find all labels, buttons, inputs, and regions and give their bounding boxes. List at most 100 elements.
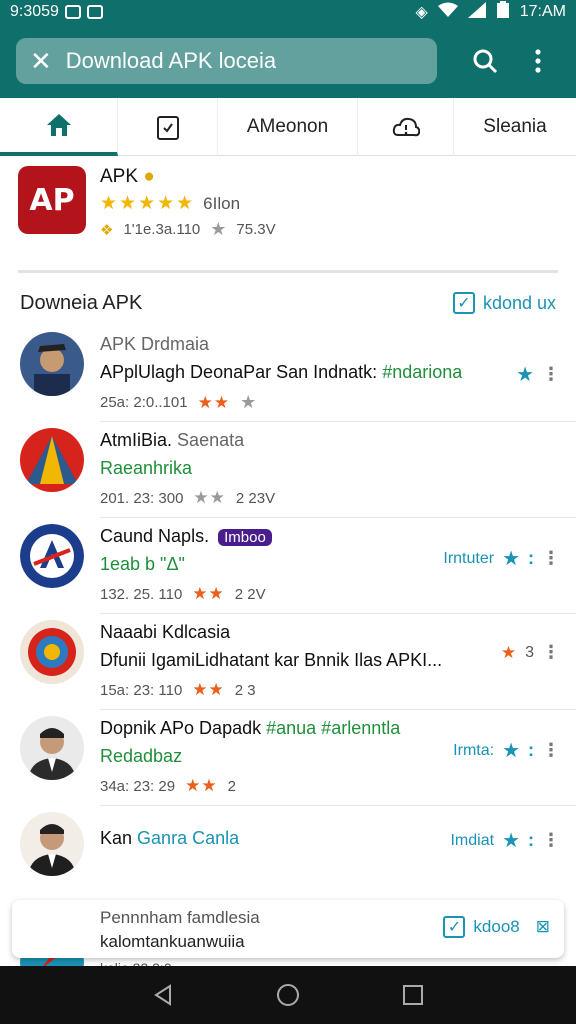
item-overflow-icon[interactable]: ⋮ (542, 830, 560, 851)
card-check-label: kdoo8 (473, 917, 520, 936)
wifi-icon (437, 2, 458, 23)
section-header: Downeia APK ✓ kdond ux (20, 288, 556, 318)
search-button[interactable] (463, 39, 507, 83)
item-actions: Imdiat ★ : ⋮ (450, 828, 560, 853)
close-icon[interactable]: ✕ (30, 48, 52, 74)
featured-app[interactable]: AP APK ● ★★★★★ 6Ilon ❖ 1'1e.3a.110 ★ 75.… (18, 166, 558, 256)
item-meta: 34a: 23: 29 ★★ 2 (100, 776, 236, 796)
item-more-icon[interactable]: : (528, 548, 534, 569)
clipboard-icon (156, 116, 179, 140)
card-subtitle: kalomtankuanwuiia (100, 932, 245, 951)
item-action-label[interactable]: Irntuter (443, 550, 494, 568)
vibrate-icon: ◈ (415, 4, 428, 21)
item-desc-line: 1eab b "Δ" (100, 554, 185, 575)
close-icon[interactable]: ⊠ (536, 917, 550, 937)
section-title: Downeia APK (20, 291, 143, 314)
item-desc-line: Raeanhrika (100, 458, 192, 479)
item-subtitle: APplUlagh DeonaPar San Indnatk: #ndarion… (100, 362, 462, 383)
cloud-alert-icon (392, 117, 420, 137)
item-title-line: Dopnik APo Dapadk #anua #arlenntla (100, 718, 400, 739)
avatar (20, 620, 84, 684)
signal-icon (467, 1, 486, 23)
item-size: 2 (227, 777, 236, 795)
featured-app-name: APK (100, 166, 139, 187)
list-item[interactable]: APK Drdmaia APplUlagh DeonaPar San Indna… (20, 326, 576, 422)
item-subtitle: Saenata (177, 430, 245, 450)
item-date: 15a: 23: 110 (100, 681, 183, 699)
item-meta: 15a: 23: 110 ★★ 2 3 (100, 680, 256, 700)
item-date: 201. 23: 300 (100, 489, 184, 507)
app-logo: AP (18, 166, 86, 234)
item-count: 3 (525, 643, 534, 661)
item-title: Kan (100, 828, 133, 848)
favorite-icon[interactable]: ★ (502, 738, 520, 763)
featured-rating: ★★★★★ 6Ilon (100, 192, 276, 215)
item-actions: ★ 3 ⋮ (501, 642, 560, 663)
item-actions: Irntuter ★ : ⋮ (443, 546, 560, 571)
list-item[interactable]: AtmIiBia. Saenata Raeanhrika 201. 23: 30… (20, 422, 576, 518)
avatar (20, 524, 84, 588)
tab-home[interactable] (0, 98, 118, 156)
favorite-icon[interactable]: ★ (502, 828, 520, 853)
gift-icon: ❖ (100, 221, 114, 239)
item-title-line: AtmIiBia. Saenata (100, 430, 244, 451)
item-more-icon[interactable]: : (528, 830, 534, 851)
item-tag-2: Redadbaz (100, 746, 183, 766)
item-action-label[interactable]: Irmta: (453, 742, 494, 760)
tab-alerts[interactable] (358, 98, 454, 156)
avatar (20, 332, 84, 396)
back-icon (153, 984, 171, 1006)
checkbox-icon: ✓ (452, 292, 475, 314)
more-options-button[interactable] (516, 39, 560, 83)
select-all-toggle[interactable]: ✓ kdond ux (452, 292, 556, 314)
tab-updates[interactable] (118, 98, 218, 156)
card-title: Pennnham famdlesia (100, 908, 260, 927)
item-more-icon[interactable]: ⋮ (542, 364, 560, 385)
item-date: 25a: 2:0..101 (100, 394, 188, 411)
rating-stars: ★★★★★ (100, 193, 196, 214)
list-item[interactable]: Dopnik APo Dapadk #anua #arlenntla Redad… (20, 710, 576, 806)
tab-bar: AMeonon Sleania (0, 98, 576, 156)
item-badge: Imboo (218, 529, 272, 546)
item-desc: Dfunii IgamiLidhatant kar Bnnik Ilas APK… (100, 650, 443, 670)
star-icon: ★ (210, 219, 227, 239)
list-item[interactable]: Kan Ganra Canla Imdiat ★ : ⋮ (20, 806, 576, 902)
download-card[interactable]: Pennnham famdlesia kalomtankuanwuiia ✓ k… (12, 900, 564, 958)
home-icon (46, 114, 71, 136)
item-tag: 1eab b "Δ" (100, 554, 185, 574)
item-title: AtmIiBia. (100, 430, 173, 450)
item-more-icon[interactable]: ⋮ (542, 642, 560, 663)
item-more-icon[interactable]: : (528, 740, 534, 761)
item-size: 2 3 (234, 681, 256, 699)
favorite-icon[interactable]: ★ (516, 362, 534, 387)
recents-icon (403, 985, 424, 1005)
clock: 17:AM (519, 3, 566, 20)
status-left-text: 9:3059 (10, 3, 59, 20)
item-stars: ★★ (185, 776, 218, 795)
featured-name-line: APK ● (100, 166, 276, 188)
item-action-label[interactable]: Imdiat (450, 832, 494, 850)
search-box[interactable]: ✕ Download APK loceia (16, 38, 437, 84)
app-bar: ✕ Download APK loceia (0, 24, 576, 98)
search-input[interactable]: Download APK loceia (66, 48, 276, 74)
list-item[interactable]: Caund Napls. Imboo 1eab b "Δ" 132. 25. 1… (20, 518, 576, 614)
app-screen: 9:3059 ◈ 17:AM ✕ Download APK loceia AMe… (0, 0, 576, 1024)
tab-ameonon[interactable]: AMeonon (218, 98, 358, 156)
item-title-line: Caund Napls. Imboo (100, 526, 272, 547)
item-stars: ★★ (197, 392, 231, 412)
favorite-icon[interactable]: ★ (502, 546, 520, 571)
item-tag: #ndariona (382, 362, 463, 382)
item-meta: 201. 23: 300 ★★ 2 23V (100, 488, 275, 508)
item-overflow-icon[interactable]: ⋮ (542, 740, 560, 761)
item-overflow-icon[interactable]: ⋮ (542, 548, 560, 569)
divider (18, 270, 558, 273)
tab-sleania[interactable]: Sleania (454, 98, 576, 156)
item-actions: ★ ⋮ (516, 362, 560, 387)
featured-date: 1'1e.3a.110 (123, 221, 201, 238)
home-button[interactable] (268, 975, 308, 1015)
card-toggle[interactable]: ✓ kdoo8 ⊠ (443, 916, 550, 938)
recents-button[interactable] (393, 975, 433, 1015)
item-meta: 25a: 2:0..101 ★★ ★ (100, 392, 256, 413)
list-item[interactable]: Naaabi Kdlcasia Dfunii IgamiLidhatant ka… (20, 614, 576, 710)
back-button[interactable] (143, 975, 183, 1015)
